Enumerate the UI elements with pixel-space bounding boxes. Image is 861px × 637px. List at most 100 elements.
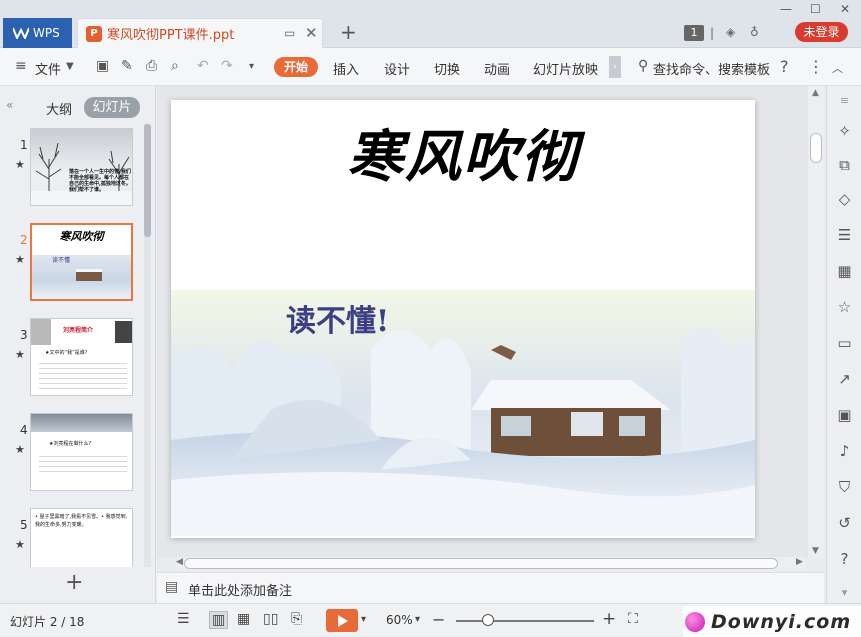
undo-icon[interactable]: ↶ bbox=[197, 58, 209, 74]
tab-slideshow[interactable]: 幻灯片放映 bbox=[533, 59, 598, 78]
tab-design[interactable]: 设计 bbox=[384, 59, 410, 78]
monitor-icon[interactable]: ▭ bbox=[284, 26, 295, 40]
help-icon[interactable]: ? bbox=[827, 550, 861, 568]
chevron-down-icon[interactable]: ▼ bbox=[66, 61, 74, 72]
file-menu[interactable]: 文件 bbox=[35, 59, 61, 78]
zoom-out-button[interactable]: − bbox=[432, 610, 445, 629]
add-slide-button[interactable]: + bbox=[65, 570, 83, 595]
more-tabs-arrow-icon[interactable]: › bbox=[609, 56, 621, 78]
share-icon[interactable]: ↗ bbox=[827, 370, 861, 388]
play-slideshow-button[interactable] bbox=[326, 609, 358, 632]
scroll-left-icon[interactable]: ◀ bbox=[176, 557, 183, 567]
text-lines-placeholder bbox=[39, 452, 127, 474]
search-icon[interactable]: ⚲ bbox=[638, 58, 648, 74]
tab-transition[interactable]: 切换 bbox=[434, 59, 460, 78]
shirt-icon[interactable]: ♁ bbox=[750, 25, 759, 39]
slide-number: 3 bbox=[20, 328, 28, 342]
image-icon[interactable]: ▣ bbox=[827, 406, 861, 424]
author-photo-right bbox=[115, 321, 132, 343]
thumbnail-preview: 刘亮程简介 ★文中的“我”是谁? bbox=[30, 318, 133, 396]
copy-icon[interactable]: ⧉ bbox=[827, 156, 861, 174]
audio-icon[interactable]: ♪ bbox=[827, 442, 861, 460]
window-count-badge[interactable]: 1 bbox=[684, 25, 704, 41]
zoom-in-button[interactable]: + bbox=[602, 609, 616, 629]
close-tab-icon[interactable]: ✕ bbox=[305, 24, 318, 42]
thumbnail-preview: • 屋子里黑暗了,我看不见雪。• 我感觉到,我的生命多,努力变暖。 bbox=[30, 508, 133, 567]
shape-icon[interactable]: ◇ bbox=[827, 190, 861, 208]
gallery-icon[interactable]: ▦ bbox=[827, 262, 861, 280]
presenter-view-icon[interactable]: ⎘ bbox=[291, 611, 302, 627]
slide-title[interactable]: 寒风吹彻 bbox=[171, 112, 755, 193]
animation-star-icon: ★ bbox=[15, 158, 25, 171]
history-icon[interactable]: ↺ bbox=[827, 514, 861, 532]
more-options-icon[interactable]: ⋮ bbox=[808, 57, 824, 76]
hamburger-menu-icon[interactable]: ≡ bbox=[15, 58, 27, 74]
notes-pane[interactable]: ▤ 单击此处添加备注 bbox=[157, 572, 824, 603]
scrollbar-thumb[interactable] bbox=[144, 124, 151, 237]
redo-icon[interactable]: ↷ bbox=[221, 58, 233, 74]
slide-thumbnail[interactable]: 1 ★ 落在一个人一生中的雪,我们不能全部看见。每个人都在自己的生命中,孤独地过… bbox=[0, 128, 145, 208]
command-search[interactable]: 查找命令、搜索模板 bbox=[653, 59, 770, 78]
maximize-icon[interactable]: ☐ bbox=[810, 2, 821, 16]
author-photo-left bbox=[31, 319, 51, 345]
scroll-down-icon[interactable]: ▼ bbox=[812, 546, 819, 556]
thumbnail-scrollbar[interactable] bbox=[144, 124, 151, 567]
collapse-panel-icon[interactable]: « bbox=[6, 98, 13, 112]
slide-subtitle[interactable]: 读不懂! bbox=[286, 296, 389, 340]
zoom-slider-knob[interactable] bbox=[481, 614, 494, 626]
expand-down-icon[interactable]: ▾ bbox=[827, 586, 861, 599]
tab-insert[interactable]: 插入 bbox=[333, 59, 359, 78]
settings-sliders-icon[interactable]: ☰ bbox=[827, 226, 861, 244]
animation-star-icon: ★ bbox=[15, 348, 25, 361]
document-tab[interactable]: P 寒风吹彻PPT课件.ppt ▭ ✕ bbox=[77, 18, 323, 48]
slide-navigator: « 大纲 幻灯片 1 ★ 落在一个人一生中的雪,我们不能全部看见。每个人都在自己… bbox=[0, 86, 156, 603]
document-title: 寒风吹彻PPT课件.ppt bbox=[107, 28, 235, 43]
print-icon[interactable]: ⎙ bbox=[146, 58, 157, 74]
save-icon[interactable]: ▣ bbox=[96, 58, 109, 74]
new-tab-button[interactable]: + bbox=[340, 20, 357, 44]
cabin-shape bbox=[76, 269, 102, 281]
favorite-star-icon[interactable]: ☆ bbox=[827, 298, 861, 316]
scroll-right-icon[interactable]: ▶ bbox=[796, 557, 803, 567]
archive-icon[interactable]: ▭ bbox=[827, 334, 861, 352]
current-slide[interactable]: 寒风吹彻 读不懂! bbox=[171, 100, 755, 538]
collapse-ribbon-icon[interactable]: ︿ bbox=[832, 60, 843, 76]
zoom-level[interactable]: 60% bbox=[386, 613, 413, 627]
zoom-dropdown-icon[interactable]: ▾ bbox=[415, 614, 420, 625]
tab-animation[interactable]: 动画 bbox=[484, 59, 510, 78]
minimize-icon[interactable]: — bbox=[780, 2, 792, 16]
close-window-icon[interactable]: ✕ bbox=[840, 2, 850, 16]
design-inspiration-icon[interactable]: ✧ bbox=[827, 122, 861, 140]
reading-view-icon[interactable]: ▯▯ bbox=[263, 611, 278, 627]
fit-window-icon[interactable]: ⛶ bbox=[628, 611, 638, 627]
slide-thumbnail[interactable]: 4 ★ ★刘亮程在做什么? bbox=[0, 413, 145, 493]
slide-thumbnail[interactable]: 5 ★ • 屋子里黑暗了,我看不见雪。• 我感觉到,我的生命多,努力变暖。 bbox=[0, 508, 145, 567]
tab-slides[interactable]: 幻灯片 bbox=[84, 97, 140, 118]
print-preview-icon[interactable]: ⌕ bbox=[171, 58, 179, 74]
normal-view-icon[interactable]: ▥ bbox=[209, 611, 229, 629]
scrollbar-thumb[interactable] bbox=[184, 558, 778, 569]
help-icon[interactable]: ? bbox=[780, 57, 789, 76]
notes-placeholder[interactable]: 单击此处添加备注 bbox=[188, 580, 292, 599]
thumbnail-text: • 屋子里黑暗了,我看不见雪。• 我感觉到,我的生命多,努力变暖。 bbox=[35, 514, 128, 528]
tab-outline[interactable]: 大纲 bbox=[46, 99, 72, 118]
thumbnail-preview: 落在一个人一生中的雪,我们不能全部看见。每个人都在自己的生命中,孤独地过冬。我们… bbox=[30, 128, 133, 206]
notes-toggle-icon[interactable]: ☰ bbox=[177, 611, 190, 627]
login-button[interactable]: 未登录 bbox=[795, 22, 848, 42]
slide-thumbnail-selected[interactable]: 2 ★ 寒风吹彻 读不懂 bbox=[0, 223, 145, 303]
slide-horizontal-scrollbar[interactable]: ◀ ▶ bbox=[176, 557, 806, 570]
wps-home-tab[interactable]: WPS bbox=[3, 18, 72, 48]
quick-access-dropdown-icon[interactable]: ▾ bbox=[249, 61, 254, 72]
tab-home[interactable]: 开始 bbox=[274, 57, 318, 77]
slide-thumbnail[interactable]: 3 ★ 刘亮程简介 ★文中的“我”是谁? bbox=[0, 318, 145, 398]
zoom-slider[interactable] bbox=[456, 620, 594, 622]
watermark: Downyi.com bbox=[683, 606, 861, 637]
slide-sorter-icon[interactable]: ▦ bbox=[237, 611, 250, 627]
skin-icon[interactable]: ◈ bbox=[726, 25, 735, 39]
play-options-chevron-icon[interactable]: ▾ bbox=[361, 614, 366, 625]
slide-vertical-scrollbar[interactable]: ▲ ▼ bbox=[808, 86, 824, 558]
shield-icon[interactable]: ⛉ bbox=[827, 478, 861, 496]
scroll-up-icon[interactable]: ▲ bbox=[812, 88, 819, 98]
format-painter-icon[interactable]: ✎ bbox=[121, 58, 133, 74]
scrollbar-thumb[interactable] bbox=[810, 133, 822, 163]
